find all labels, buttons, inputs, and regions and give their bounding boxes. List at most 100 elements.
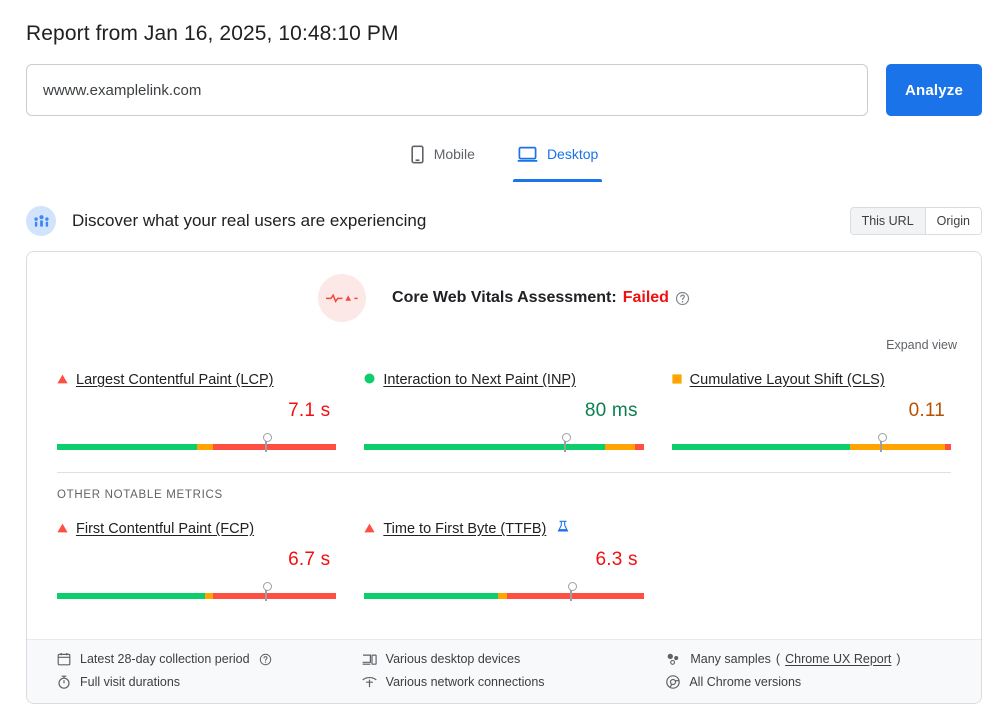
cwv-assessment-label: Core Web Vitals Assessment: — [392, 289, 617, 306]
url-input[interactable] — [26, 64, 868, 116]
bar-segment-poor — [213, 593, 337, 599]
other-metrics-grid: First Contentful Paint (FCP) 6.7 s Time … — [27, 501, 981, 621]
footer-samples-paren-close: ) — [896, 652, 901, 666]
devices-icon — [362, 653, 377, 666]
square-warning-icon — [672, 371, 682, 389]
metric-cls-bar — [671, 433, 951, 452]
chrome-ux-report-link[interactable]: Chrome UX Report — [785, 652, 891, 666]
metric-ttfb-label[interactable]: Time to First Byte (TTFB) — [383, 521, 546, 537]
bar-segment-good — [364, 593, 499, 599]
footer-collection-period-label: Latest 28-day collection period — [80, 652, 250, 666]
bar-segment-good — [671, 444, 851, 450]
bar-segment-good — [364, 444, 605, 450]
metric-inp-label[interactable]: Interaction to Next Paint (INP) — [383, 372, 576, 388]
tab-mobile[interactable]: Mobile — [406, 138, 479, 182]
tab-desktop-label: Desktop — [546, 146, 599, 162]
bar-segment-poor — [213, 444, 337, 450]
metric-ttfb-bar — [364, 582, 644, 601]
bar-marker — [567, 582, 577, 601]
footer-devices-label: Various desktop devices — [385, 652, 521, 666]
footer-network: Various network connections — [362, 675, 647, 689]
tab-desktop[interactable]: Desktop — [512, 138, 603, 182]
metric-cls: Cumulative Layout Shift (CLS) 0.11 — [671, 370, 951, 452]
metric-fcp-label[interactable]: First Contentful Paint (FCP) — [76, 521, 254, 537]
metric-ttfb-header: Time to First Byte (TTFB) — [364, 519, 643, 539]
metric-empty-slot — [672, 519, 951, 599]
expand-view-link[interactable]: Expand view — [886, 338, 957, 352]
bar-marker — [561, 433, 571, 452]
cwv-assessment-status: Failed — [622, 289, 669, 306]
field-data-title: Discover what your real users are experi… — [72, 211, 427, 230]
metric-cls-value: 0.11 — [908, 400, 945, 421]
metric-lcp-bar — [57, 433, 337, 452]
footer-devices: Various desktop devices — [362, 652, 647, 666]
metric-fcp-value: 6.7 s — [288, 549, 331, 570]
metric-ttfb-value: 6.3 s — [595, 549, 638, 570]
footer-chrome-versions-label: All Chrome versions — [689, 675, 802, 689]
bar-segment-poor — [506, 593, 644, 599]
help-circle-icon[interactable] — [675, 291, 690, 306]
mobile-icon — [410, 144, 425, 164]
metric-cls-label[interactable]: Cumulative Layout Shift (CLS) — [690, 372, 885, 388]
triangle-warning-icon — [364, 520, 375, 538]
metric-lcp-value: 7.1 s — [288, 400, 331, 421]
bar-segment-needs-improvement — [205, 593, 214, 599]
bar-marker — [262, 582, 272, 601]
help-circle-icon[interactable] — [259, 653, 272, 666]
triangle-warning-icon — [57, 371, 68, 389]
bar-segment-needs-improvement — [850, 444, 946, 450]
scope-toggle: This URL Origin — [849, 207, 982, 235]
bar-marker — [877, 433, 887, 452]
pagespeed-report: Report from Jan 16, 2025, 10:48:10 PM An… — [0, 0, 1008, 723]
cwv-assessment-text: Core Web Vitals Assessment: Failed — [392, 289, 690, 307]
metric-inp-header: Interaction to Next Paint (INP) — [364, 370, 643, 390]
metric-fcp-header: First Contentful Paint (FCP) — [57, 519, 336, 539]
footer-samples: Many samples ( Chrome UX Report ) — [666, 652, 951, 666]
desktop-icon — [517, 146, 538, 163]
triangle-warning-icon — [57, 520, 68, 538]
cwv-assessment-header: Core Web Vitals Assessment: Failed — [27, 252, 981, 330]
analyze-button[interactable]: Analyze — [886, 64, 982, 116]
metric-lcp-label[interactable]: Largest Contentful Paint (LCP) — [76, 372, 273, 388]
circle-pass-icon — [364, 371, 375, 389]
bar-segment-needs-improvement — [196, 444, 214, 450]
metric-fcp: First Contentful Paint (FCP) 6.7 s — [57, 519, 337, 601]
expand-view-row: Expand view — [27, 330, 981, 352]
metric-inp: Interaction to Next Paint (INP) 80 ms — [364, 370, 644, 452]
scope-this-url[interactable]: This URL — [850, 208, 925, 234]
footer-collection-period: Latest 28-day collection period — [57, 652, 342, 666]
bar-segment-poor — [635, 444, 644, 450]
scope-origin[interactable]: Origin — [924, 208, 981, 234]
metric-inp-value: 80 ms — [584, 400, 638, 421]
metric-inp-bar — [364, 433, 644, 452]
url-form: Analyze — [26, 64, 982, 116]
chrome-icon — [666, 675, 681, 689]
experimental-flask-icon — [557, 520, 569, 538]
footer-visit-durations-label: Full visit durations — [80, 675, 181, 689]
footer-network-label: Various network connections — [385, 675, 545, 689]
data-source-footer: Latest 28-day collection period Various … — [27, 639, 981, 703]
metric-ttfb: Time to First Byte (TTFB) 6.3 s — [364, 519, 644, 601]
bar-segment-good — [57, 444, 197, 450]
users-avatar-icon — [26, 206, 56, 236]
footer-chrome-versions: All Chrome versions — [666, 675, 951, 689]
form-factor-tabs: Mobile Desktop — [26, 138, 982, 182]
bar-segment-good — [57, 593, 206, 599]
samples-icon — [666, 653, 681, 666]
bar-segment-needs-improvement — [604, 444, 636, 450]
footer-visit-durations: Full visit durations — [57, 675, 342, 689]
footer-samples-paren-open: ( — [775, 652, 781, 666]
core-web-vitals-grid: Largest Contentful Paint (LCP) 7.1 s Int… — [27, 352, 981, 472]
metric-fcp-bar — [57, 582, 337, 601]
metric-cls-header: Cumulative Layout Shift (CLS) — [672, 370, 951, 390]
metric-lcp-header: Largest Contentful Paint (LCP) — [57, 370, 336, 390]
footer-samples-label: Many samples — [690, 652, 771, 666]
field-data-card: Core Web Vitals Assessment: Failed Expan… — [26, 251, 982, 704]
stopwatch-icon — [57, 675, 71, 689]
other-metrics-label: Other notable metrics — [57, 489, 223, 501]
metric-lcp: Largest Contentful Paint (LCP) 7.1 s — [57, 370, 337, 452]
field-data-header: Discover what your real users are experi… — [26, 204, 982, 238]
calendar-icon — [57, 652, 71, 666]
page-title: Report from Jan 16, 2025, 10:48:10 PM — [26, 22, 399, 45]
wifi-icon — [362, 676, 377, 688]
